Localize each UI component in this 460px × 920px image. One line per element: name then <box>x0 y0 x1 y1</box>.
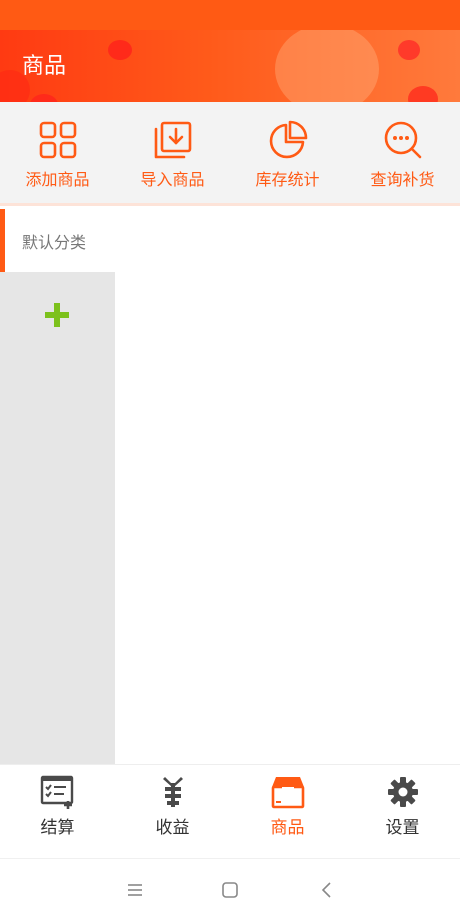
box-icon <box>271 777 304 809</box>
inventory-stats-label: 库存统计 <box>255 170 320 189</box>
header-decoration <box>275 30 379 102</box>
inventory-stats-button[interactable]: 库存统计 <box>230 102 345 202</box>
nav-item-settings[interactable]: 设置 <box>345 765 460 859</box>
category-area: 默认分类 <box>0 209 460 764</box>
header-decoration <box>398 40 420 60</box>
nav-label-products: 商品 <box>270 818 305 838</box>
system-nav-bar <box>0 858 460 920</box>
nav-item-products[interactable]: 商品 <box>230 765 345 859</box>
header-decoration <box>108 40 132 60</box>
category-label: 默认分类 <box>22 232 87 252</box>
menu-icon[interactable] <box>124 879 146 901</box>
search-chat-icon <box>384 121 421 159</box>
status-bar <box>0 0 460 30</box>
header-decoration <box>408 86 438 102</box>
quick-actions: 添加商品 导入商品 库存统计 查询补货 <box>0 102 460 206</box>
add-product-label: 添加商品 <box>25 170 90 189</box>
restock-query-label: 查询补货 <box>370 170 435 189</box>
import-icon <box>154 121 191 159</box>
nav-label-settings: 设置 <box>385 818 420 838</box>
restock-query-button[interactable]: 查询补货 <box>345 102 460 202</box>
add-product-button[interactable]: 添加商品 <box>0 102 115 202</box>
grid-icon <box>39 121 76 159</box>
back-icon[interactable] <box>316 879 338 901</box>
nav-item-checkout[interactable]: 结算 <box>0 765 115 859</box>
pie-chart-icon <box>269 120 307 159</box>
home-icon[interactable] <box>219 879 241 901</box>
header-decoration <box>30 94 58 102</box>
category-item-default[interactable]: 默认分类 <box>0 209 460 272</box>
import-product-button[interactable]: 导入商品 <box>115 102 230 202</box>
nav-label-checkout: 结算 <box>40 818 75 838</box>
app-header: 商品 <box>0 30 460 102</box>
bottom-nav: 结算 收益 商品 设置 <box>0 764 460 858</box>
category-sidebar <box>0 272 115 764</box>
gear-icon <box>387 777 418 807</box>
checkout-icon <box>40 775 73 809</box>
import-product-label: 导入商品 <box>140 170 205 189</box>
earnings-icon <box>162 777 183 807</box>
nav-label-earnings: 收益 <box>155 818 190 838</box>
page-title: 商品 <box>22 54 67 79</box>
nav-item-earnings[interactable]: 收益 <box>115 765 230 859</box>
add-category-icon[interactable] <box>44 302 70 328</box>
